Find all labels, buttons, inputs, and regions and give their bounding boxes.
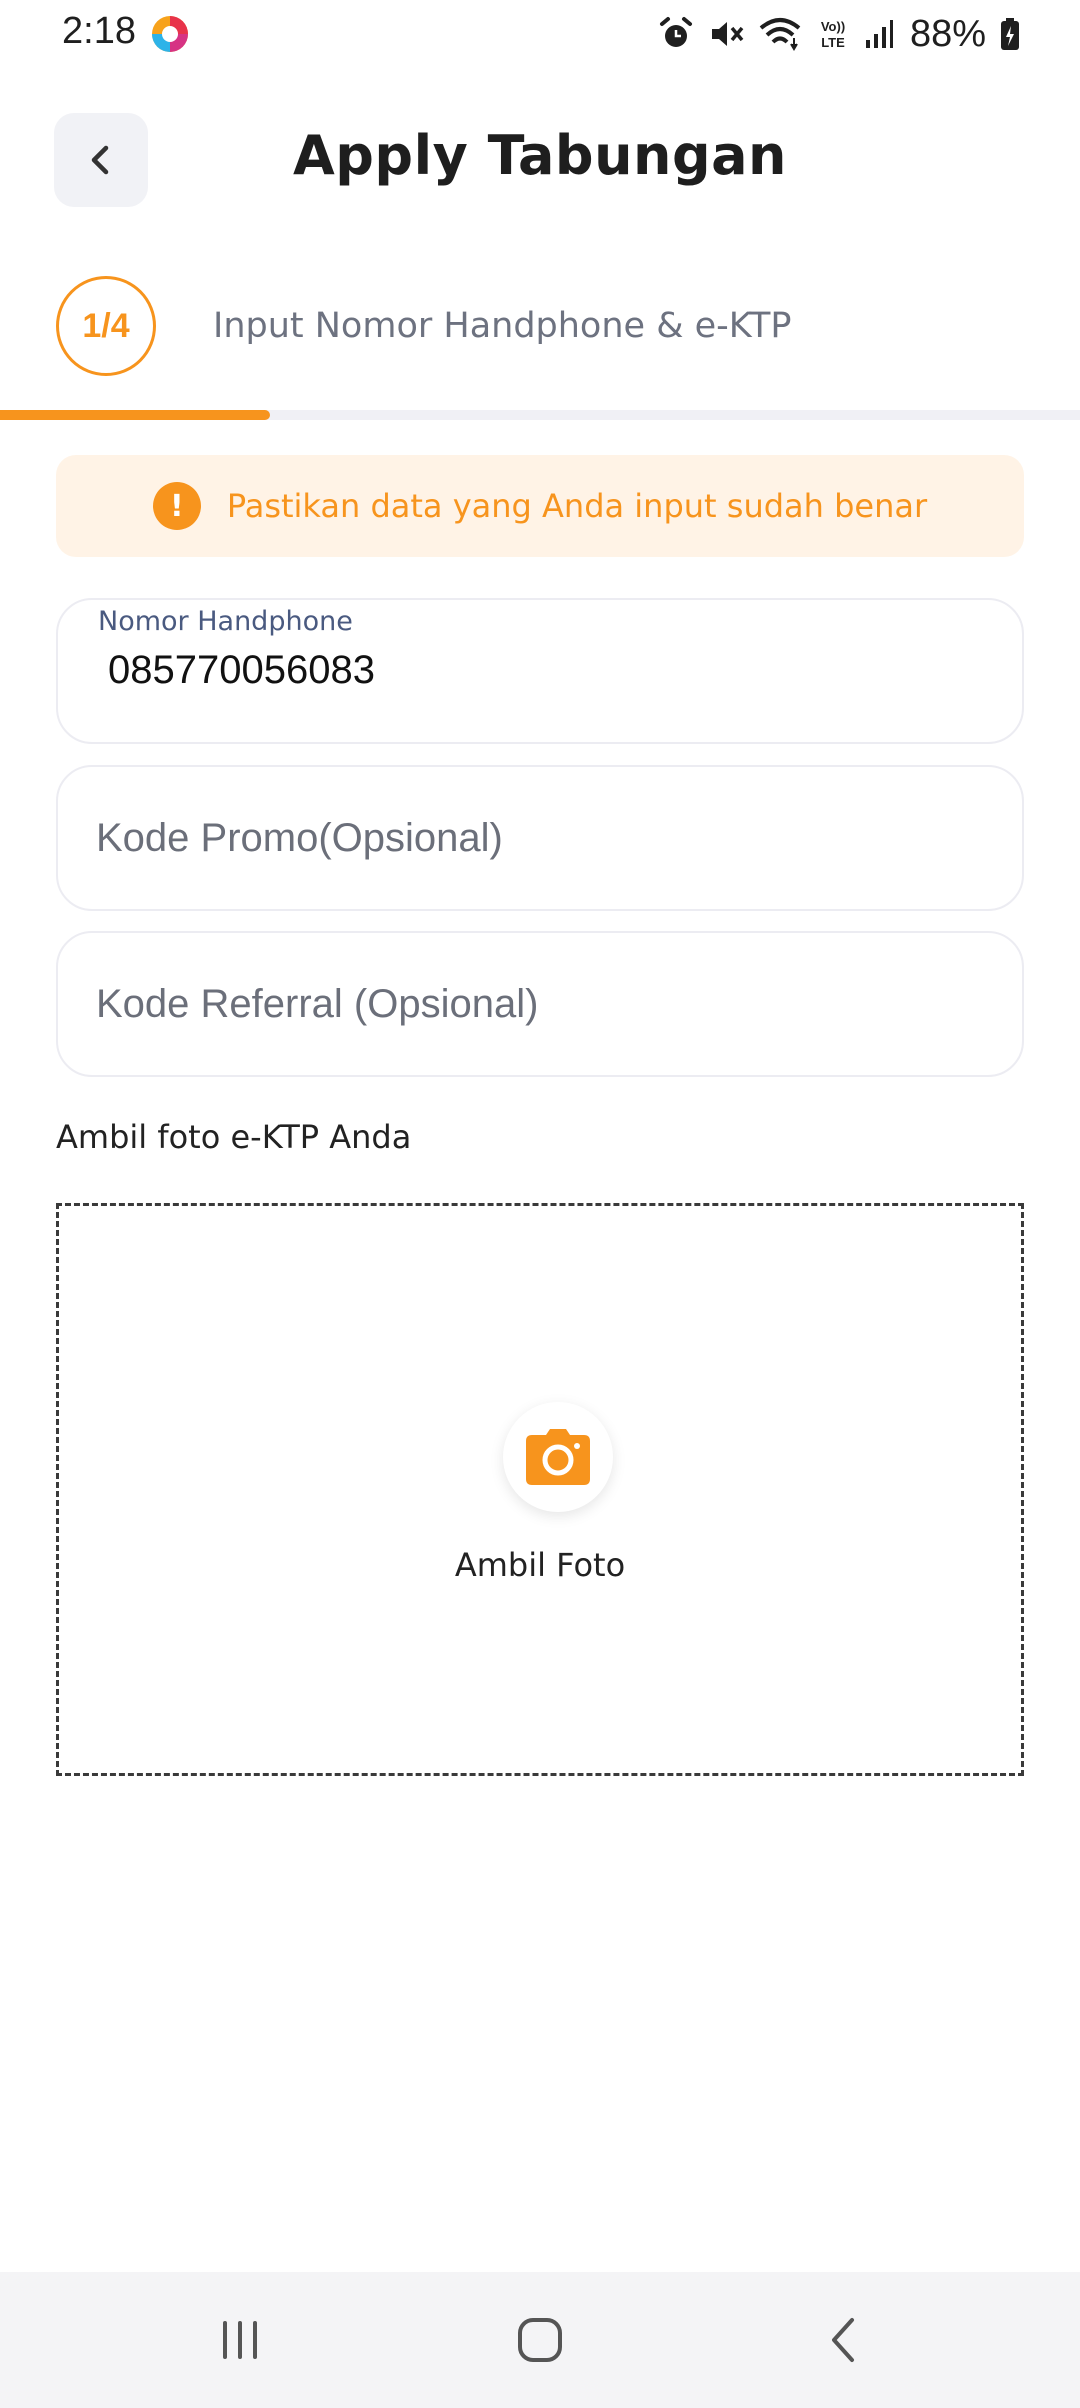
mute-icon — [711, 22, 744, 46]
back-icon — [832, 2318, 854, 2362]
alert-banner: ! Pastikan data yang Anda input sudah be… — [56, 455, 1024, 557]
alarm-icon — [659, 17, 692, 47]
svg-text:LTE: LTE — [821, 35, 845, 50]
recent-apps-button[interactable] — [160, 2272, 320, 2408]
apply-tabungan-screen: 2:18 Vo)) LTE 88% Apply Tabungan 1/4 Inp… — [0, 0, 1080, 2408]
page-title: Apply Tabungan — [292, 124, 787, 187]
promo-code-placeholder: Kode Promo(Opsional) — [96, 815, 503, 860]
step-indicator: 1/4 — [56, 276, 156, 376]
alert-text: Pastikan data yang Anda input sudah bena… — [226, 487, 928, 525]
take-photo-button[interactable] — [503, 1402, 613, 1512]
status-time: 2:18 — [62, 10, 136, 52]
exclamation-icon: ! — [152, 482, 201, 530]
system-back-button[interactable] — [765, 2272, 925, 2408]
ektp-photo-label: Ambil foto e-KTP Anda — [56, 1118, 412, 1156]
progress-bar — [0, 410, 1080, 420]
battery-icon — [1001, 18, 1019, 50]
progress-bar-fill — [0, 410, 270, 420]
recent-apps-icon — [223, 2321, 257, 2359]
step-label: Input Nomor Handphone & e-KTP — [213, 306, 792, 346]
phone-number-field[interactable]: Nomor Handphone 085770056083 — [56, 598, 1024, 744]
phone-number-value[interactable]: 085770056083 — [108, 648, 375, 693]
referral-code-placeholder: Kode Referral (Opsional) — [96, 981, 539, 1026]
phone-number-label: Nomor Handphone — [98, 606, 353, 637]
signal-icon — [865, 20, 893, 48]
app-notification-icon — [152, 16, 188, 52]
ektp-photo-dropzone[interactable]: Ambil Foto — [56, 1203, 1024, 1776]
promo-code-field[interactable]: Kode Promo(Opsional) — [56, 765, 1024, 911]
take-photo-label[interactable]: Ambil Foto — [59, 1546, 1021, 1584]
svg-text:Vo)): Vo)) — [821, 19, 845, 34]
status-icons: Vo)) LTE 88% — [658, 12, 1020, 56]
system-nav-bar — [0, 2272, 1080, 2408]
home-icon — [518, 2318, 562, 2362]
status-bar: 2:18 Vo)) LTE 88% — [0, 0, 1080, 70]
volte-icon: Vo)) LTE — [821, 19, 845, 50]
referral-code-field[interactable]: Kode Referral (Opsional) — [56, 931, 1024, 1077]
battery-percentage: 88% — [909, 12, 986, 55]
wifi-icon — [759, 18, 801, 51]
home-button[interactable] — [460, 2272, 620, 2408]
camera-icon — [526, 1429, 590, 1485]
